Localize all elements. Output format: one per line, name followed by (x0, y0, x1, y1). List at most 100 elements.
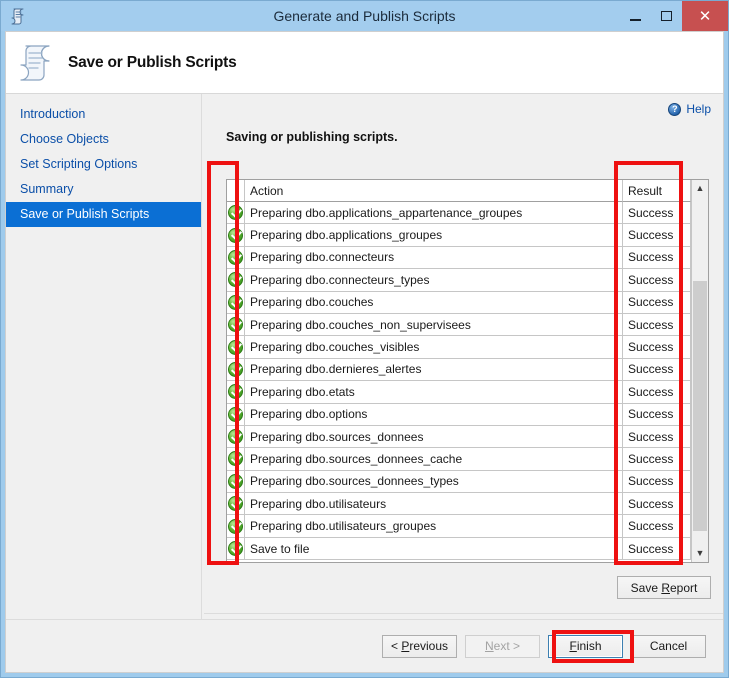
success-check-icon (228, 384, 243, 400)
grid-header-result[interactable]: Result (623, 180, 691, 202)
grid-header-status[interactable] (227, 180, 245, 202)
sidebar-item-choose-objects[interactable]: Choose Objects (6, 127, 201, 152)
table-row[interactable]: Preparing dbo.couches_visibles Success (227, 336, 691, 359)
table-row[interactable]: Preparing dbo.connecteurs_types Success (227, 269, 691, 292)
row-result-cell: Success (623, 515, 691, 538)
save-report-button[interactable]: Save Report (617, 576, 711, 599)
row-result-cell: Success (623, 202, 691, 225)
row-status-cell (227, 224, 245, 247)
row-status-cell (227, 470, 245, 494)
row-status-cell (227, 291, 245, 314)
row-status-cell (227, 313, 245, 337)
help-circle-icon: ? (668, 102, 682, 116)
row-action-cell: Preparing dbo.utilisateurs (245, 493, 623, 516)
maximize-icon (661, 11, 672, 21)
table-row[interactable]: Preparing dbo.options Success (227, 403, 691, 426)
row-status-cell (227, 425, 245, 449)
table-row[interactable]: Preparing dbo.dernieres_alertes Success (227, 358, 691, 382)
success-check-icon (228, 205, 243, 221)
content-divider (204, 613, 723, 614)
scrollbar-track[interactable] (692, 197, 708, 545)
success-check-icon (228, 518, 243, 534)
window-script-icon (6, 3, 32, 29)
close-button[interactable]: ✕ (682, 1, 728, 31)
row-result-cell: Success (623, 246, 691, 270)
success-check-icon (228, 473, 243, 489)
success-check-icon (228, 541, 243, 557)
sidebar-item-introduction[interactable]: Introduction (6, 102, 201, 127)
page-banner: Save or Publish Scripts (6, 32, 723, 94)
row-action-cell: Preparing dbo.couches_non_supervisees (245, 313, 623, 337)
success-check-icon (228, 451, 243, 467)
row-result-cell: Success (623, 291, 691, 314)
dialog-client-area: Save or Publish Scripts Introduction Cho… (5, 31, 724, 673)
row-result-cell: Success (623, 425, 691, 449)
page-title: Save or Publish Scripts (68, 53, 237, 71)
grid-vertical-scrollbar[interactable]: ▲ ▼ (691, 180, 708, 562)
table-row[interactable]: Preparing dbo.sources_donnees Success (227, 425, 691, 449)
success-check-icon (228, 496, 243, 512)
content-panel: ? Help Saving or publishing scripts. Act… (204, 94, 723, 619)
sidebar-item-set-scripting-options[interactable]: Set Scripting Options (6, 152, 201, 177)
row-action-cell: Preparing dbo.connecteurs_types (245, 269, 623, 292)
sidebar-item-summary[interactable]: Summary (6, 177, 201, 202)
table-row[interactable]: Preparing dbo.etats Success (227, 381, 691, 404)
row-action-cell: Preparing dbo.applications_appartenance_… (245, 202, 623, 225)
row-action-cell: Preparing dbo.couches_visibles (245, 336, 623, 359)
table-row[interactable]: Preparing dbo.connecteurs Success (227, 246, 691, 270)
scroll-up-button[interactable]: ▲ (692, 180, 708, 197)
row-action-cell: Preparing dbo.sources_donnees_cache (245, 448, 623, 471)
table-row[interactable]: Save to file Success (227, 537, 691, 561)
row-action-cell: Preparing dbo.utilisateurs_groupes (245, 515, 623, 538)
row-result-cell: Success (623, 224, 691, 247)
previous-button[interactable]: < Previous (382, 634, 457, 658)
table-row[interactable]: Preparing dbo.applications_appartenance_… (227, 202, 691, 225)
help-link[interactable]: ? Help (668, 102, 711, 116)
title-bar[interactable]: Generate and Publish Scripts ✕ (1, 1, 728, 31)
maximize-button[interactable] (651, 1, 682, 31)
row-action-cell: Preparing dbo.applications_groupes (245, 224, 623, 247)
results-grid: Action Result Preparing dbo.applications… (226, 179, 709, 563)
content-subtitle: Saving or publishing scripts. (226, 130, 398, 144)
window-controls: ✕ (620, 1, 728, 31)
success-check-icon (228, 406, 243, 422)
chevron-up-icon: ▲ (695, 183, 705, 193)
row-status-cell (227, 246, 245, 270)
grid-header-row: Action Result (227, 180, 691, 202)
success-check-icon (228, 317, 243, 333)
previous-label: < Previous (390, 639, 449, 653)
grid-header-action[interactable]: Action (245, 180, 623, 202)
row-action-cell: Preparing dbo.options (245, 403, 623, 426)
minimize-button[interactable] (620, 1, 651, 31)
dialog-footer: < Previous Next > Finish Cancel (6, 619, 723, 672)
scroll-down-button[interactable]: ▼ (692, 545, 708, 562)
row-action-cell: Preparing dbo.etats (245, 381, 623, 404)
table-row[interactable]: Preparing dbo.applications_groupes Succes… (227, 224, 691, 247)
row-result-cell: Success (623, 269, 691, 292)
table-row[interactable]: Preparing dbo.couches_non_supervisees Suc… (227, 313, 691, 337)
table-row[interactable]: Preparing dbo.sources_donnees_types Succe… (227, 470, 691, 494)
help-label: Help (686, 102, 711, 116)
scrollbar-thumb[interactable] (693, 280, 707, 532)
dialog-window: Generate and Publish Scripts ✕ Save or P… (0, 0, 729, 678)
table-row[interactable]: Preparing dbo.couches Success (227, 291, 691, 314)
row-action-cell: Preparing dbo.dernieres_alertes (245, 358, 623, 382)
success-check-icon (228, 272, 243, 288)
finish-button[interactable]: Finish (548, 634, 623, 658)
success-check-icon (228, 294, 243, 310)
success-check-icon (228, 249, 243, 265)
row-result-cell: Success (623, 493, 691, 516)
row-status-cell (227, 515, 245, 538)
table-row[interactable]: Preparing dbo.sources_donnees_cache Succe… (227, 448, 691, 471)
row-action-cell: Preparing dbo.couches (245, 291, 623, 314)
finish-label: Finish (569, 639, 602, 653)
sidebar-item-save-or-publish-scripts[interactable]: Save or Publish Scripts (6, 202, 201, 227)
success-check-icon (228, 429, 243, 445)
window-title: Generate and Publish Scripts (273, 8, 456, 24)
table-row[interactable]: Preparing dbo.utilisateurs Success (227, 493, 691, 516)
table-row[interactable]: Preparing dbo.utilisateurs_groupes Succes… (227, 515, 691, 538)
cancel-button[interactable]: Cancel (631, 634, 706, 658)
banner-script-icon (6, 41, 68, 85)
row-result-cell: Success (623, 470, 691, 494)
row-action-cell: Preparing dbo.connecteurs (245, 246, 623, 270)
